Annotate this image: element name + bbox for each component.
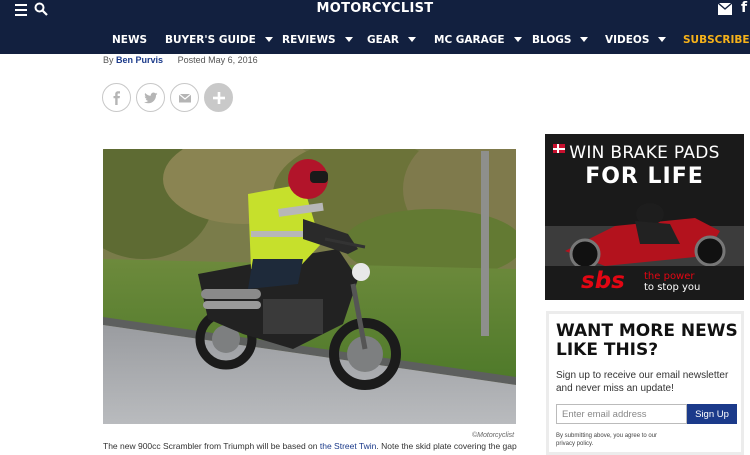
plus-icon: [213, 92, 225, 104]
byline-prefix: By: [103, 55, 114, 65]
newsletter-title: WANT MORE NEWS LIKE THIS?: [556, 321, 738, 360]
chevron-down-icon: [264, 37, 273, 42]
author-link[interactable]: Ben Purvis: [116, 55, 163, 65]
article-hero-image: [103, 149, 516, 424]
nav-buyers-guide[interactable]: BUYER'S GUIDE: [165, 30, 273, 50]
newsletter-signup: WANT MORE NEWS LIKE THIS? Sign up to rec…: [546, 311, 744, 455]
ad-tagline-red: the power: [644, 271, 695, 282]
nav-label: MC GARAGE: [434, 34, 505, 46]
nav-videos[interactable]: VIDEOS: [605, 30, 667, 50]
ad-brand-logo: sbs: [581, 268, 625, 294]
nav-news[interactable]: NEWS: [112, 30, 147, 50]
main-nav: NEWS BUYER'S GUIDE REVIEWS GEAR MC GARAG…: [0, 30, 750, 50]
chevron-down-icon: [408, 37, 417, 42]
chevron-down-icon: [658, 37, 667, 42]
nav-subscribe[interactable]: SUBSCRIBE: [683, 30, 750, 50]
chevron-down-icon: [580, 37, 589, 42]
nav-label: BLOGS: [532, 34, 572, 46]
ad-subheadline: FOR LIFE: [585, 164, 704, 189]
caption-text-end: . Note the skid plate covering the gap: [376, 441, 517, 451]
email-field[interactable]: [556, 404, 687, 424]
sign-up-button[interactable]: Sign Up: [687, 404, 737, 424]
email-icon: [178, 93, 192, 103]
site-logo[interactable]: MOTORCYCLIST: [0, 1, 750, 16]
caption-text: The new 900cc Scrambler from Triumph wil…: [103, 441, 320, 451]
chevron-down-icon: [344, 37, 353, 42]
nav-blogs[interactable]: BLOGS: [532, 30, 589, 50]
nav-label: VIDEOS: [605, 34, 650, 46]
image-caption: The new 900cc Scrambler from Triumph wil…: [103, 441, 523, 452]
share-twitter-button[interactable]: [136, 83, 165, 112]
nav-label: NEWS: [112, 34, 148, 46]
newsletter-description: Sign up to receive our email newsletter …: [556, 370, 729, 394]
nav-label: BUYER'S GUIDE: [165, 34, 256, 46]
nav-reviews[interactable]: REVIEWS: [282, 30, 353, 50]
chevron-down-icon: [513, 37, 522, 42]
post-date: Posted May 6, 2016: [177, 55, 258, 65]
nav-gear[interactable]: GEAR: [367, 30, 417, 50]
nav-mc-garage[interactable]: MC GARAGE: [434, 30, 522, 50]
facebook-icon[interactable]: f: [741, 0, 747, 16]
ad-banner[interactable]: WIN BRAKE PADS FOR LIFE sbs the power to…: [545, 134, 744, 300]
motorcycle-photo: [103, 149, 516, 424]
site-header: MOTORCYCLIST f NEWS BUYER'S GUIDE REVIEW…: [0, 0, 750, 54]
ad-tagline-white: to stop you: [644, 282, 701, 293]
nav-label: GEAR: [367, 34, 400, 46]
facebook-icon: [113, 91, 120, 105]
caption-link[interactable]: the Street Twin: [320, 441, 377, 451]
share-more-button[interactable]: [204, 83, 233, 112]
ad-headline: WIN BRAKE PADS: [569, 143, 720, 163]
nav-label: REVIEWS: [282, 34, 336, 46]
twitter-icon: [144, 92, 158, 104]
share-facebook-button[interactable]: [102, 83, 131, 112]
privacy-notice: By submitting above, you agree to our pr…: [556, 433, 658, 447]
mail-icon[interactable]: [718, 3, 732, 15]
byline: By Ben Purvis Posted May 6, 2016: [103, 55, 258, 65]
image-credit: ©Motorcyclist: [472, 432, 515, 439]
ad-motorcycle-image: [545, 203, 744, 266]
ad-tagline: the power to stop you: [644, 271, 700, 293]
share-email-button[interactable]: [170, 83, 199, 112]
